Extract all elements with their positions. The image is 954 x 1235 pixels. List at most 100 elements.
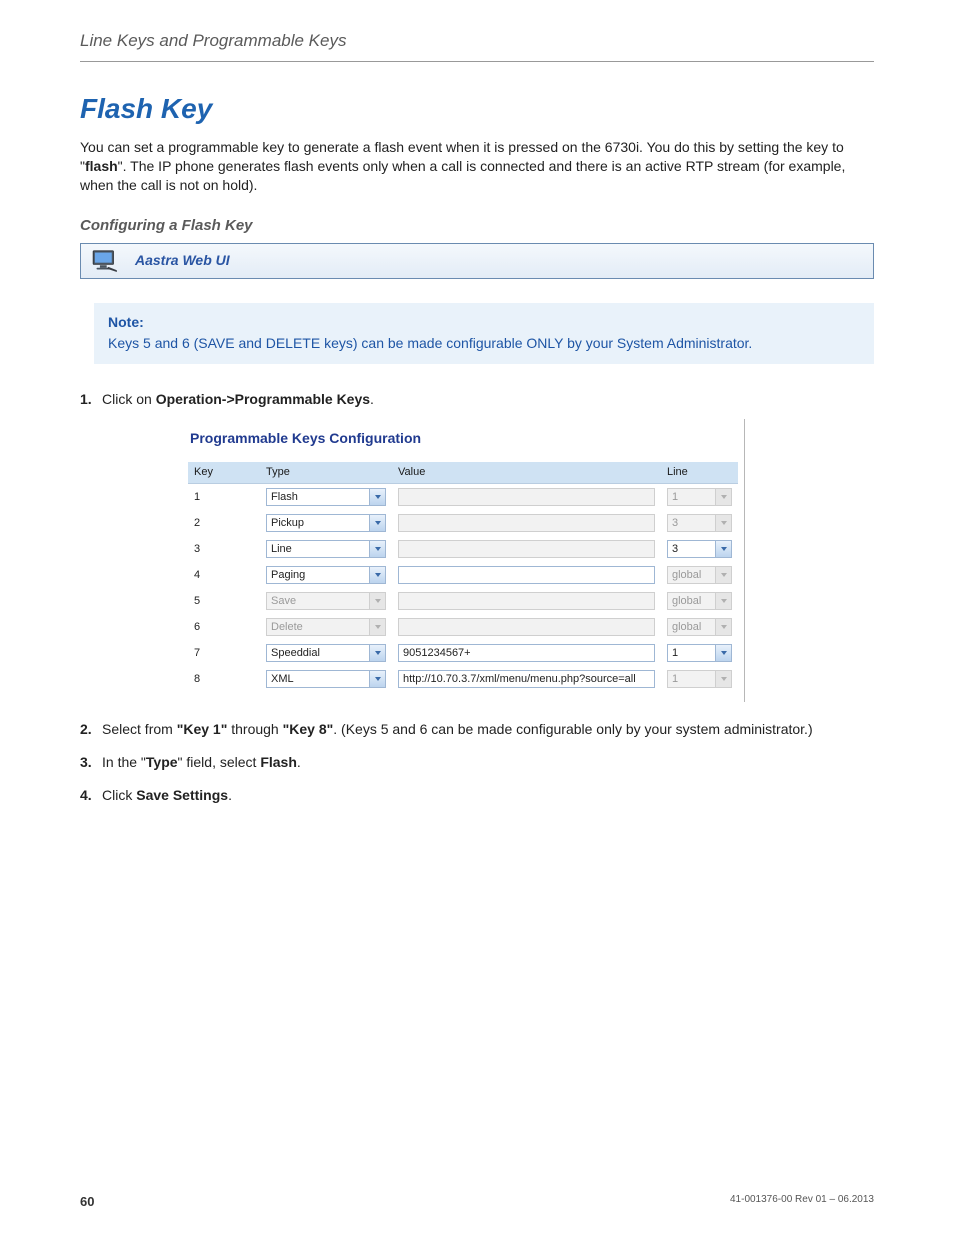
step-number: 1. [80, 390, 92, 409]
type-select-value: Flash [267, 490, 369, 505]
value-input-value: http://10.70.3.7/xml/menu/menu.php?sourc… [399, 672, 654, 687]
cell-value [392, 484, 661, 511]
table-row: 5 Save global [188, 588, 738, 614]
cell-type: Delete [260, 614, 392, 640]
line-select: global [667, 566, 732, 584]
table-row: 3 Line 3 [188, 536, 738, 562]
monitor-icon [91, 250, 119, 272]
header-line: Line [661, 462, 738, 483]
type-select[interactable]: Paging [266, 566, 386, 584]
running-header: Line Keys and Programmable Keys [80, 30, 874, 62]
cell-line: global [661, 562, 738, 588]
line-select-value: global [668, 568, 715, 583]
page-footer: 60 41-001376-00 Rev 01 – 06.2013 [80, 1193, 874, 1211]
cell-line: 1 [661, 666, 738, 692]
cell-value: http://10.70.3.7/xml/menu/menu.php?sourc… [392, 666, 661, 692]
chevron-down-icon [715, 515, 731, 531]
chevron-down-icon[interactable] [369, 671, 385, 687]
cell-key: 5 [188, 588, 260, 614]
screenshot-panel: Programmable Keys Configuration Key Type… [182, 419, 745, 702]
cell-line: 3 [661, 510, 738, 536]
step-1-text-c: . [370, 391, 374, 407]
value-input[interactable]: http://10.70.3.7/xml/menu/menu.php?sourc… [398, 670, 655, 688]
cell-line: 1 [661, 484, 738, 511]
chevron-down-icon[interactable] [369, 489, 385, 505]
value-input [398, 540, 655, 558]
cell-type: Line [260, 536, 392, 562]
type-select: Save [266, 592, 386, 610]
type-select[interactable]: Speeddial [266, 644, 386, 662]
step-number: 3. [80, 753, 92, 772]
step-number: 4. [80, 786, 92, 805]
cell-value [392, 562, 661, 588]
subheading-configuring: Configuring a Flash Key [80, 216, 874, 236]
type-select-value: Delete [267, 620, 369, 635]
cell-value [392, 588, 661, 614]
cell-key: 3 [188, 536, 260, 562]
step-3-d: Flash [260, 754, 297, 770]
type-select-value: XML [267, 672, 369, 687]
step-number: 2. [80, 720, 92, 739]
type-select[interactable]: Pickup [266, 514, 386, 532]
chevron-down-icon [715, 593, 731, 609]
table-row: 1Flash1 [188, 484, 738, 511]
step-4: 4. Click Save Settings. [80, 786, 874, 805]
type-select: Delete [266, 618, 386, 636]
type-select[interactable]: Line [266, 540, 386, 558]
webui-bar: Aastra Web UI [80, 243, 874, 279]
chevron-down-icon[interactable] [369, 645, 385, 661]
chevron-down-icon[interactable] [715, 645, 731, 661]
cell-key: 8 [188, 666, 260, 692]
cell-line: global [661, 614, 738, 640]
step-1-bold: Operation->Programmable Keys [156, 391, 370, 407]
chevron-down-icon[interactable] [369, 515, 385, 531]
line-select: global [667, 618, 732, 636]
cell-type: Pickup [260, 510, 392, 536]
line-select[interactable]: 3 [667, 540, 732, 558]
cell-type: Flash [260, 484, 392, 511]
line-select-value: 1 [668, 490, 715, 505]
steps-list: 1. Click on Operation->Programmable Keys… [80, 390, 874, 804]
chevron-down-icon [715, 567, 731, 583]
step-2-b: "Key 1" [177, 721, 228, 737]
chevron-down-icon [715, 489, 731, 505]
line-select[interactable]: 1 [667, 644, 732, 662]
type-select-value: Save [267, 594, 369, 609]
type-select[interactable]: Flash [266, 488, 386, 506]
value-input [398, 488, 655, 506]
type-select[interactable]: XML [266, 670, 386, 688]
value-input [398, 618, 655, 636]
step-1: 1. Click on Operation->Programmable Keys… [80, 390, 874, 702]
cell-key: 2 [188, 510, 260, 536]
step-4-a: Click [102, 787, 136, 803]
cell-key: 6 [188, 614, 260, 640]
intro-text-b: ". The IP phone generates flash events o… [80, 158, 845, 193]
chevron-down-icon[interactable] [715, 541, 731, 557]
keys-table: Key Type Value Line 1Flash12Pickup33Line… [188, 462, 738, 692]
header-type: Type [260, 462, 392, 483]
step-3-a: In the " [102, 754, 146, 770]
step-3-b: Type [146, 754, 178, 770]
header-value: Value [392, 462, 661, 483]
step-2-a: Select from [102, 721, 177, 737]
line-select-value: 3 [668, 516, 715, 531]
step-3: 3. In the "Type" field, select Flash. [80, 753, 874, 772]
section-title: Flash Key [80, 90, 874, 128]
chevron-down-icon[interactable] [369, 567, 385, 583]
step-1-text-a: Click on [102, 391, 156, 407]
chevron-down-icon[interactable] [369, 541, 385, 557]
line-select-value: global [668, 620, 715, 635]
value-input[interactable]: 9051234567+ [398, 644, 655, 662]
value-input[interactable] [398, 566, 655, 584]
step-2-e: . (Keys 5 and 6 can be made configurable… [333, 721, 812, 737]
table-row: 8 XML http://10.70.3.7/xml/menu/menu.php?s… [188, 666, 738, 692]
cell-type: XML [260, 666, 392, 692]
line-select: global [667, 592, 732, 610]
step-4-b: Save Settings [136, 787, 228, 803]
cell-value [392, 510, 661, 536]
line-select-value: 3 [668, 542, 715, 557]
table-row: 7Speeddial9051234567+1 [188, 640, 738, 666]
intro-paragraph: You can set a programmable key to genera… [80, 138, 874, 195]
line-select-value: 1 [668, 646, 715, 661]
note-label: Note: [108, 313, 860, 332]
